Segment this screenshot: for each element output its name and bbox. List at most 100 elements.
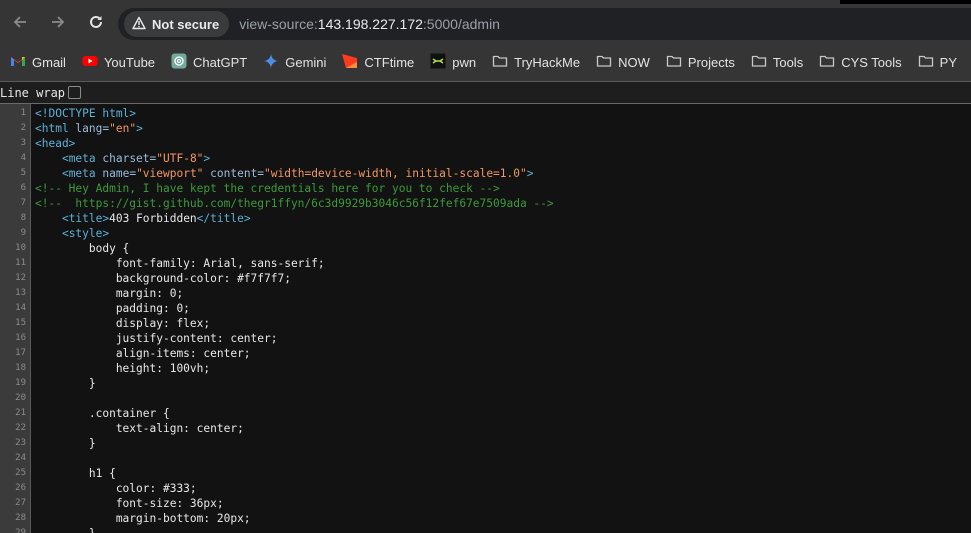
source-line: 13 margin: 0; [0,286,971,301]
line-code: .container { [30,406,170,421]
source-line: 2 <html lang="en"> [0,121,971,136]
bookmark-youtube[interactable]: YouTube [74,49,163,77]
bookmark-ctftime[interactable]: CTFtime [334,49,422,77]
line-code: body { [30,241,129,256]
bookmark-folder-tools[interactable]: Tools [743,49,811,77]
code-token-val: "viewport" [136,167,204,180]
security-indicator[interactable]: Not secure [124,11,230,37]
source-line: 18 height: 100vh; [0,361,971,376]
bookmark-label: YouTube [103,55,156,70]
source-line: 25 h1 { [0,466,971,481]
code-token-tag: > [526,167,534,180]
source-line: 28 margin-bottom: 20px; [0,511,971,526]
url-scheme: view-source: [239,16,318,32]
bookmark-folder-now[interactable]: NOW [588,49,658,77]
line-number: 22 [15,423,26,433]
line-code: font-family: Arial, sans-serif; [30,256,325,271]
line-code: h1 { [30,466,116,481]
folder-icon [492,53,508,72]
code-token-txt: align-items: center; [35,347,251,360]
line-code: <meta charset="UTF-8"> [30,151,210,166]
gmail-icon [10,53,26,72]
line-number: 12 [15,273,26,283]
line-code: <!DOCTYPE html> [30,106,136,121]
bookmark-folder-w[interactable]: W [965,49,971,77]
bookmark-folder-projects[interactable]: Projects [658,49,743,77]
url-path: :5000/admin [422,16,500,32]
bookmark-folder-tryhackme[interactable]: TryHackMe [484,49,588,77]
code-token-txt: .container { [35,407,170,420]
source-line: 24 [0,451,971,466]
line-number: 8 [20,213,26,223]
line-number: 26 [15,483,26,493]
line-code: } [30,526,96,533]
line-code: <meta name="viewport" content="width=dev… [30,166,534,181]
bookmarks-bar: Gmail YouTube ChatGPT Gemini CTFtime pwn… [0,44,971,82]
bookmark-gemini[interactable]: Gemini [255,49,334,77]
code-token-txt: font-family: Arial, sans-serif; [35,257,325,270]
code-token-tag: > [136,122,143,135]
url-text[interactable]: view-source:143.198.227.172:5000/admin [239,16,500,32]
line-number: 4 [20,153,26,163]
address-bar[interactable]: Not secure view-source:143.198.227.172:5… [118,8,971,40]
code-token-txt: } [35,527,96,533]
line-code: margin: 0; [30,286,183,301]
youtube-icon [82,53,98,72]
source-line: 23 } [0,436,971,451]
folder-icon [819,53,835,72]
source-line: 15 display: flex; [0,316,971,331]
forward-button[interactable] [40,6,76,42]
code-token-txt: } [35,437,96,450]
code-token-tag: <!DOCTYPE html> [35,107,137,120]
line-number: 27 [15,498,26,508]
code-token-val: "width=device-width, initial-scale=1.0" [264,167,527,180]
bookmark-label: Gemini [285,55,327,70]
code-token-val: "UTF-8" [156,152,204,165]
source-line: 10 body { [0,241,971,256]
source-line: 12 background-color: #f7f7f7; [0,271,971,286]
line-number: 9 [20,228,26,238]
back-button[interactable] [2,6,38,42]
folder-icon [596,53,612,72]
bookmark-label: CYS Tools [841,55,902,70]
code-token-attr: content= [203,167,265,180]
bookmark-folder-cys-tools[interactable]: CYS Tools [811,49,909,77]
line-code: display: flex; [30,316,210,331]
code-token-txt: justify-content: center; [35,332,278,345]
line-number: 20 [15,393,26,403]
code-token-txt: color: #333; [35,482,197,495]
line-number: 19 [15,378,26,388]
code-token-tag: <meta [61,167,103,180]
source-line: 27 font-size: 36px; [0,496,971,511]
folder-icon [918,53,934,72]
source-line: 11 font-family: Arial, sans-serif; [0,256,971,271]
code-token-txt: margin-bottom: 20px; [35,512,251,525]
code-token-tag: </title> [196,212,251,225]
line-code: <!-- Hey Admin, I have kept the credenti… [30,181,500,196]
folder-icon [751,53,767,72]
code-token-attr: name= [102,167,137,180]
code-token-tag: <style> [61,227,110,240]
bookmark-label: Projects [687,55,735,70]
bookmark-folder-py[interactable]: PY [910,49,965,77]
line-number: 17 [15,348,26,358]
browser-toolbar: Not secure view-source:143.198.227.172:5… [0,4,971,44]
line-code: padding: 0; [30,301,190,316]
bookmark-gmail[interactable]: Gmail [0,49,74,77]
line-code: font-size: 36px; [30,496,224,511]
source-line: 7 <!-- https://gist.github.com/thegr1ffyn… [0,196,971,211]
line-number: 23 [15,438,26,448]
source-line: 20 [0,391,971,406]
bookmark-pwn[interactable]: pwn [422,49,484,77]
line-wrap-checkbox[interactable] [68,86,82,99]
reload-button[interactable] [78,6,114,42]
url-host: 143.198.227.172 [317,16,423,32]
bookmark-label: PY [939,55,958,70]
code-token-tag: <meta [61,152,103,165]
bookmark-chatgpt[interactable]: ChatGPT [163,49,255,77]
code-token-cmt: <!-- Hey Admin, I have kept the credenti… [35,182,500,195]
